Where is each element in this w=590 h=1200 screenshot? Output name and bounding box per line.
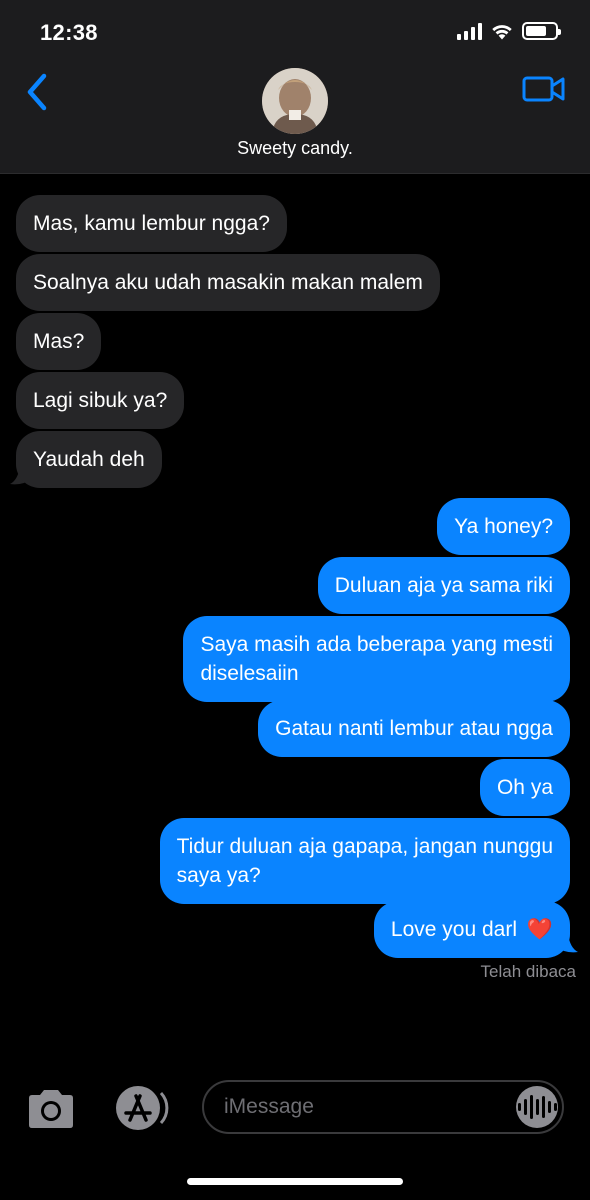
outgoing-message[interactable]: Oh ya <box>479 759 570 816</box>
outgoing-message[interactable]: Duluan aja ya sama riki <box>317 557 570 614</box>
home-indicator[interactable] <box>187 1178 403 1185</box>
contact-name[interactable]: Sweety candy. <box>0 138 590 159</box>
contact-avatar[interactable] <box>262 68 328 134</box>
audio-waveform-icon[interactable] <box>516 1086 558 1128</box>
message-line: Saya masih ada beberapa yang mesti <box>200 633 553 656</box>
incoming-message[interactable]: Mas? <box>16 313 102 370</box>
status-icons <box>457 22 561 40</box>
outgoing-message[interactable]: Ya honey? <box>437 498 570 555</box>
status-time: 12:38 <box>40 20 98 45</box>
incoming-message[interactable]: Soalnya aku udah masakin makan malem <box>16 254 440 311</box>
imessage-input[interactable] <box>224 1082 504 1132</box>
message-line: saya ya? <box>176 864 261 887</box>
outgoing-message[interactable]: Love you darl ❤️ <box>373 901 570 958</box>
incoming-message[interactable]: Mas, kamu lembur ngga? <box>16 195 287 252</box>
incoming-message[interactable]: Lagi sibuk ya? <box>16 372 185 429</box>
outgoing-message[interactable]: Saya masih ada beberapa yang mesti disel… <box>183 616 570 702</box>
app-store-icon[interactable] <box>110 1083 170 1133</box>
message-line: diselesaiin <box>200 662 299 685</box>
conversation-header: 12:38 Sweety candy. <box>0 0 590 174</box>
cellular-signal-icon <box>457 22 482 40</box>
heart-emoji: ❤️ <box>526 918 553 941</box>
wifi-icon <box>492 25 512 40</box>
message-line: Tidur duluan aja gapapa, jangan nunggu <box>176 835 553 858</box>
outgoing-message[interactable]: Tidur duluan aja gapapa, jangan nunggu s… <box>159 818 570 904</box>
battery-icon <box>522 22 561 40</box>
video-camera-icon[interactable] <box>522 74 566 104</box>
camera-icon[interactable] <box>25 1088 77 1130</box>
message-input-container <box>202 1080 564 1134</box>
message-text: Love you darl <box>390 918 517 941</box>
back-chevron-icon[interactable] <box>22 72 52 112</box>
incoming-message[interactable]: Yaudah deh <box>16 431 162 488</box>
read-receipt: Telah dibaca <box>480 962 576 981</box>
outgoing-message[interactable]: Gatau nanti lembur atau ngga <box>258 700 570 757</box>
